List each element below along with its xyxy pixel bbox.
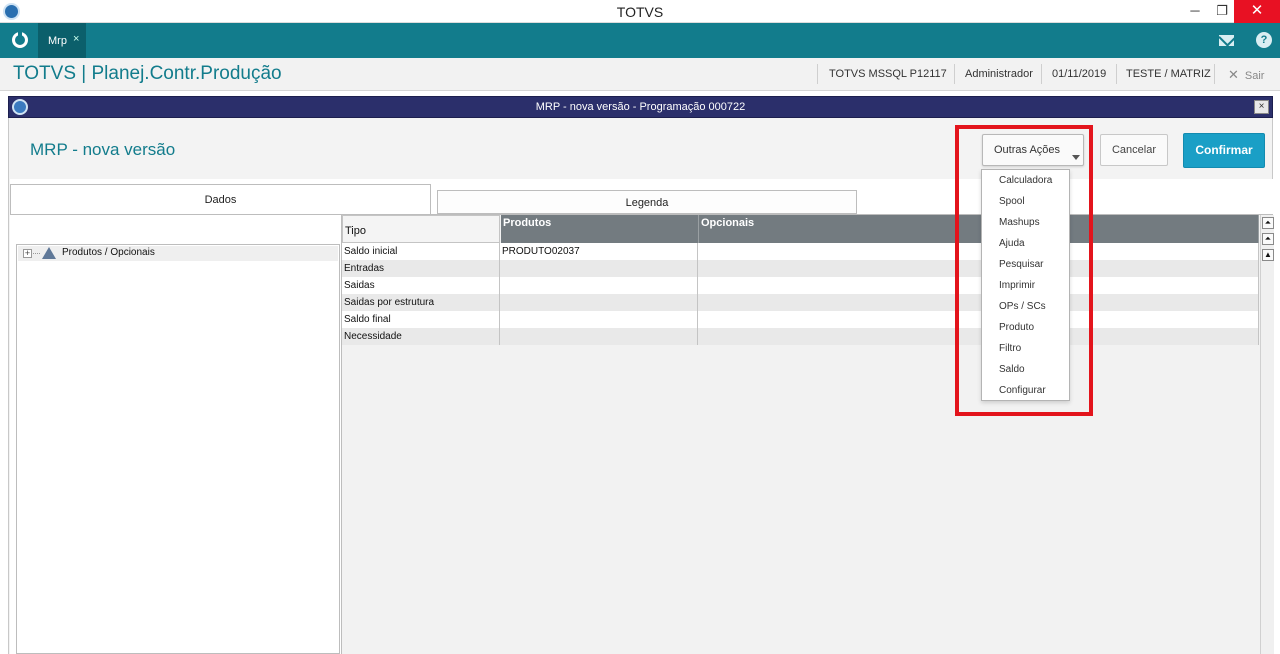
cell-tipo: Necessidade — [342, 328, 500, 345]
cell-tipo: Saidas — [342, 277, 500, 294]
tree-node-label: Produtos / Opcionais — [62, 247, 155, 258]
dialog-title: MRP - nova versão - Programação 000722 — [535, 101, 746, 113]
highlight-annotation — [955, 125, 1093, 416]
close-icon: ✕ — [1228, 67, 1239, 82]
tab-close-icon[interactable]: × — [73, 33, 79, 45]
triangle-icon — [42, 247, 56, 259]
vertical-scrollbar[interactable]: ⏶ ⏶ ▲ — [1260, 215, 1274, 654]
company-info: TESTE / MATRIZ — [1126, 68, 1211, 80]
cell-tipo: Saldo inicial — [342, 243, 500, 260]
tree-connector — [33, 253, 40, 254]
confirm-button[interactable]: Confirmar — [1183, 133, 1265, 168]
cell-produtos — [500, 260, 698, 277]
divider — [1214, 64, 1215, 84]
mail-button[interactable] — [1212, 23, 1242, 58]
cancel-button[interactable]: Cancelar — [1100, 134, 1168, 166]
data-grid: Tipo Produtos Opcionais Saldo inicial PR… — [341, 215, 1274, 654]
dialog-titlebar: MRP - nova versão - Programação 000722 × — [8, 96, 1273, 118]
exit-button[interactable]: ✕ Sair — [1228, 67, 1264, 83]
minimize-button[interactable]: ─ — [1180, 0, 1210, 23]
date-info: 01/11/2019 — [1052, 68, 1107, 80]
close-window-button[interactable]: ✕ — [1234, 0, 1280, 23]
window-title: TOTVS — [616, 4, 664, 20]
cell-produtos — [500, 294, 698, 311]
tab-dados[interactable]: Dados — [10, 184, 431, 214]
tab-mrp[interactable]: Mrp × — [38, 23, 86, 58]
cell-tipo: Entradas — [342, 260, 500, 277]
home-button[interactable] — [0, 23, 38, 58]
exit-label: Sair — [1244, 70, 1265, 82]
table-row[interactable]: Saldo inicial PRODUTO02037 — [342, 243, 1259, 260]
form-title: MRP - nova versão — [30, 140, 176, 159]
maximize-button[interactable]: ❐ — [1207, 0, 1237, 23]
table-row[interactable]: Saldo final — [342, 311, 1259, 328]
cell-tipo: Saldo final — [342, 311, 500, 328]
cell-produtos — [500, 328, 698, 345]
column-header-produtos[interactable]: Produtos — [501, 215, 699, 243]
table-row[interactable]: Necessidade — [342, 328, 1259, 345]
dialog-close-button[interactable]: × — [1254, 100, 1269, 114]
column-header-tipo[interactable]: Tipo — [342, 215, 500, 243]
app-header: TOTVS | Planej.Contr.Produção TOTVS MSSQ… — [0, 58, 1280, 91]
window-titlebar: TOTVS ─ ❐ ✕ — [0, 0, 1280, 23]
cell-produtos: PRODUTO02037 — [500, 243, 698, 260]
scroll-up-icon[interactable]: ▲ — [1262, 249, 1274, 261]
tab-legenda[interactable]: Legenda — [437, 190, 857, 214]
scroll-page-up-icon[interactable]: ⏶ — [1262, 233, 1274, 245]
table-row[interactable]: Saidas por estrutura — [342, 294, 1259, 311]
divider — [1041, 64, 1042, 84]
cell-produtos — [500, 277, 698, 294]
table-row[interactable]: Entradas — [342, 260, 1259, 277]
user-info: Administrador — [965, 68, 1033, 80]
cell-produtos — [500, 311, 698, 328]
environment-info: TOTVS MSSQL P12117 — [829, 68, 947, 80]
tab-bar: Mrp × ? — [0, 23, 1280, 58]
table-row[interactable]: Saidas — [342, 277, 1259, 294]
tree-node-produtos-opcionais[interactable]: + Produtos / Opcionais — [18, 246, 338, 261]
cell-tipo: Saidas por estrutura — [342, 294, 500, 311]
divider — [954, 64, 955, 84]
expand-icon[interactable]: + — [23, 249, 32, 258]
module-title: TOTVS | Planej.Contr.Produção — [13, 63, 282, 84]
mail-icon — [1219, 35, 1234, 46]
scroll-top-icon[interactable]: ⏶ — [1262, 217, 1274, 229]
help-icon[interactable]: ? — [1256, 32, 1272, 48]
divider — [1116, 64, 1117, 84]
tree-panel: + Produtos / Opcionais — [16, 244, 340, 654]
totvs-home-icon — [12, 30, 28, 48]
tab-label: Mrp — [48, 35, 67, 47]
divider — [817, 64, 818, 84]
